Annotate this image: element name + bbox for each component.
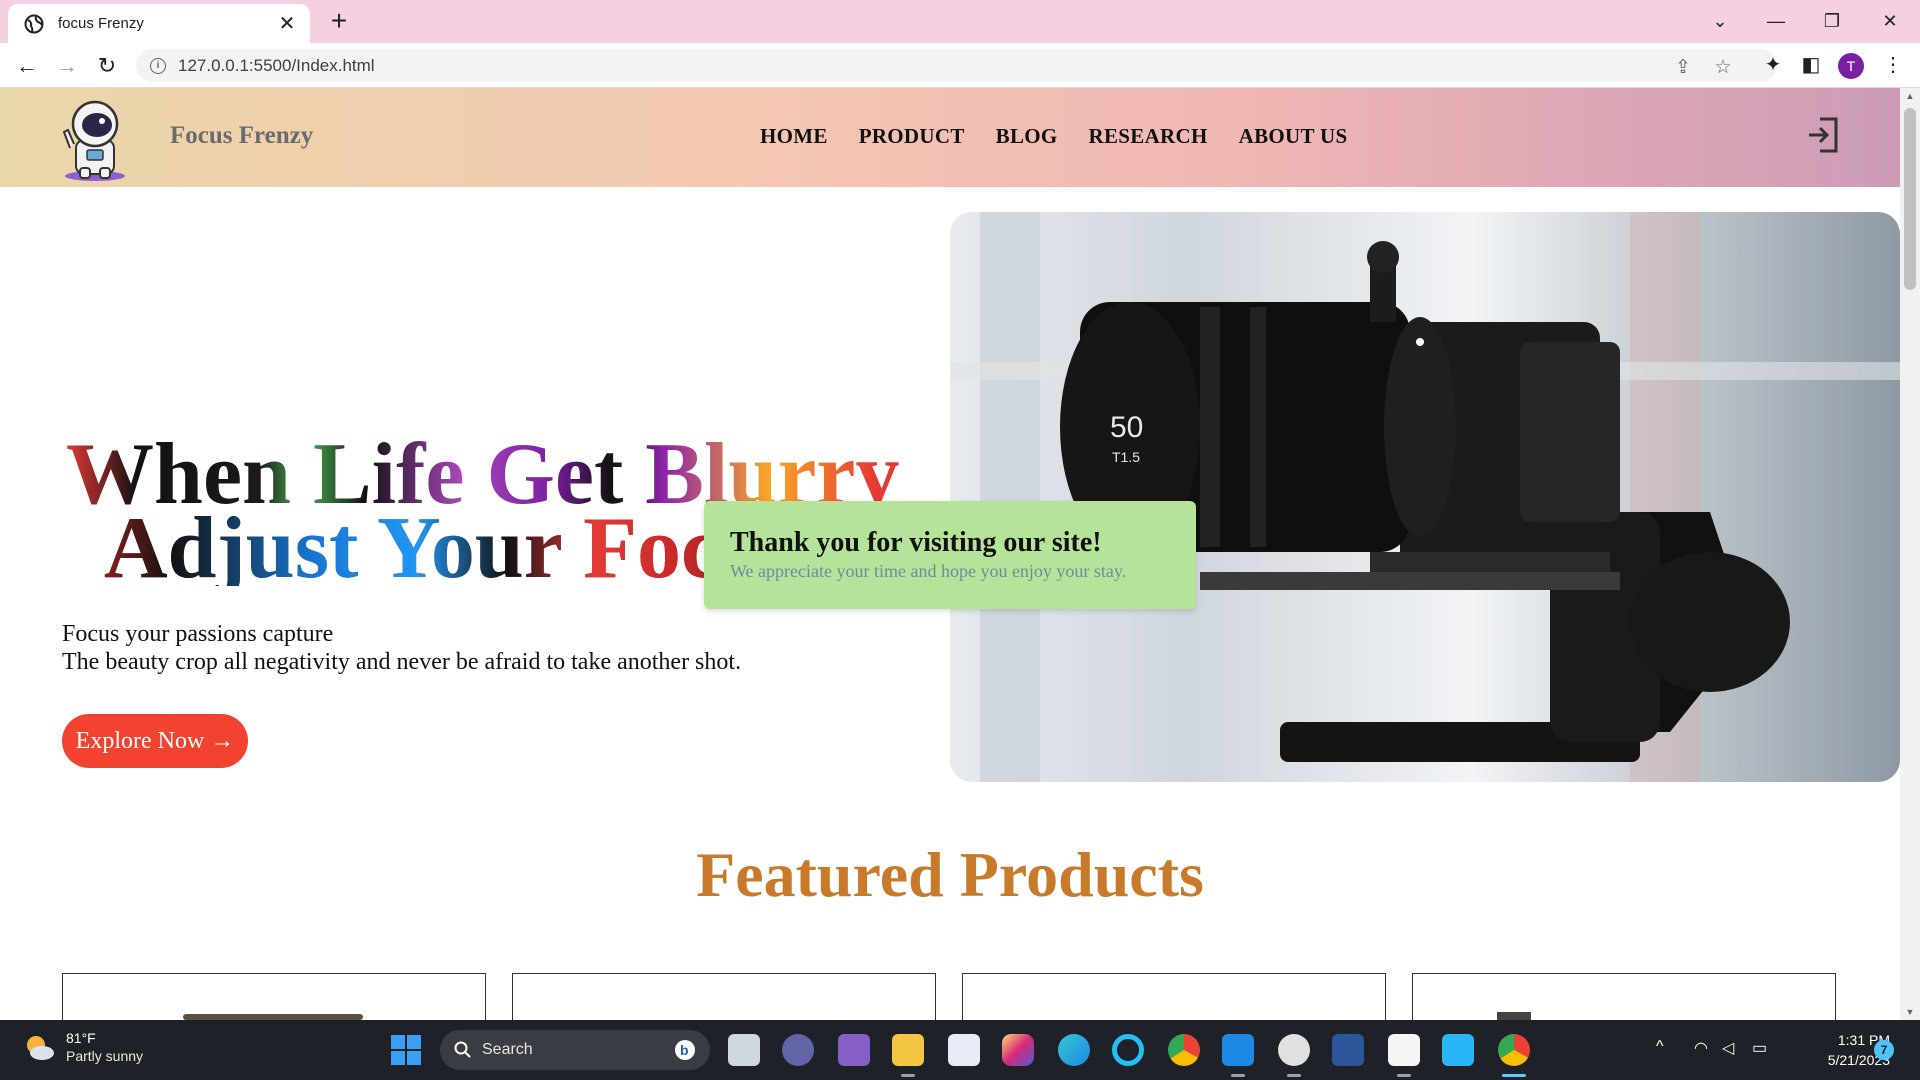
tray-chevron-icon[interactable]: ^ xyxy=(1656,1038,1664,1056)
chrome-profile-icon[interactable] xyxy=(1498,1034,1530,1066)
search-label: Search xyxy=(482,1041,533,1058)
restore-icon[interactable]: ❐ xyxy=(1812,6,1852,36)
browser-tab-active[interactable]: focus Frenzy ✕ xyxy=(8,4,310,43)
scrollbar-thumb[interactable] xyxy=(1904,108,1916,290)
page-viewport: Focus Frenzy HOME PRODUCT BLOG RESEARCH … xyxy=(0,88,1900,1020)
battery-icon[interactable]: ▭ xyxy=(1752,1038,1767,1058)
wifi-icon[interactable]: ◠ xyxy=(1694,1038,1708,1058)
extensions-icon[interactable]: ✦ xyxy=(1758,50,1788,80)
app-running-indicator xyxy=(1287,1074,1301,1077)
featured-products-heading: Featured Products xyxy=(696,839,1204,910)
visual-studio-icon[interactable] xyxy=(838,1034,870,1066)
explore-now-button[interactable]: Explore Now → xyxy=(62,714,248,768)
minimize-icon[interactable]: — xyxy=(1756,6,1796,36)
hero-camera-image: 50 T1.5 xyxy=(950,212,1900,782)
tab-title: focus Frenzy xyxy=(58,15,144,32)
search-icon xyxy=(454,1041,471,1058)
file-explorer-icon[interactable] xyxy=(892,1034,924,1066)
brand-name[interactable]: Focus Frenzy xyxy=(170,122,313,150)
site-header: Focus Frenzy HOME PRODUCT BLOG RESEARCH … xyxy=(0,88,1900,187)
snipping-tool-icon[interactable] xyxy=(1388,1034,1420,1066)
tab-search-chevron-icon[interactable]: ⌄ xyxy=(1700,6,1740,36)
app-running-indicator xyxy=(901,1074,915,1077)
scroll-up-icon[interactable]: ▲ xyxy=(1900,91,1920,101)
edge-icon[interactable] xyxy=(1058,1034,1090,1066)
site-info-icon[interactable]: i xyxy=(150,57,166,74)
nav-blog[interactable]: BLOG xyxy=(996,124,1058,149)
svg-text:b: b xyxy=(680,1042,689,1058)
bing-icon: b xyxy=(675,1040,695,1060)
weather-temp: 81°F xyxy=(66,1030,96,1046)
teams-chat-icon[interactable] xyxy=(782,1034,814,1066)
microsoft-store-icon[interactable] xyxy=(948,1034,980,1066)
windows-taskbar: 81°F Partly sunny Search b ^ ◠ ◁ ▭ 1:31 … xyxy=(0,1020,1920,1080)
volume-icon[interactable]: ◁ xyxy=(1722,1038,1734,1058)
taskbar-search[interactable]: Search b xyxy=(440,1030,710,1070)
page-scrollbar[interactable]: ▲ ▼ xyxy=(1900,88,1920,1020)
notification-badge[interactable]: 7 xyxy=(1874,1040,1894,1060)
window-close-icon[interactable]: ✕ xyxy=(1870,6,1910,36)
notepad-icon[interactable] xyxy=(1442,1034,1474,1066)
browser-toolbar: ← → ↻ i 127.0.0.1:5500/Index.html ⇪ ☆ ✦ … xyxy=(0,43,1920,88)
profile-avatar[interactable]: T xyxy=(1838,53,1864,79)
product-card[interactable] xyxy=(962,973,1386,1020)
share-icon[interactable]: ⇪ xyxy=(1668,53,1698,83)
astronaut-logo[interactable] xyxy=(60,96,130,182)
nav-product[interactable]: PRODUCT xyxy=(859,124,965,149)
product-image xyxy=(1497,1012,1531,1020)
hero-tagline: Focus your passions capture The beauty c… xyxy=(62,620,741,676)
product-card[interactable] xyxy=(1412,973,1836,1020)
side-panel-icon[interactable]: ◧ xyxy=(1796,50,1826,80)
chrome-icon[interactable] xyxy=(1168,1034,1200,1066)
hero-tagline-line1: Focus your passions capture xyxy=(62,621,334,647)
forward-icon[interactable]: → xyxy=(52,51,82,81)
toast-text: We appreciate your time and hope you enj… xyxy=(730,561,1127,581)
browser-menu-icon[interactable]: ⋮ xyxy=(1878,50,1908,80)
toast-title: Thank you for visiting our site! xyxy=(730,527,1102,558)
new-tab-icon[interactable]: + xyxy=(326,7,352,35)
weather-widget[interactable]: 81°F Partly sunny xyxy=(22,1030,143,1065)
task-view-icon[interactable] xyxy=(728,1034,760,1066)
bookmark-star-icon[interactable]: ☆ xyxy=(1708,53,1738,83)
alexa-icon[interactable] xyxy=(1112,1034,1144,1066)
windows-start-icon[interactable] xyxy=(390,1034,422,1066)
main-nav: HOME PRODUCT BLOG RESEARCH ABOUT US xyxy=(760,124,1347,149)
product-card[interactable] xyxy=(62,973,486,1020)
app-active-indicator xyxy=(1502,1074,1526,1077)
tab-close-icon[interactable]: ✕ xyxy=(276,11,298,36)
emoji-app-icon[interactable] xyxy=(1278,1034,1310,1066)
svg-text:50: 50 xyxy=(1110,411,1143,444)
product-card[interactable] xyxy=(512,973,936,1020)
nav-research[interactable]: RESEARCH xyxy=(1089,124,1208,149)
url-text: 127.0.0.1:5500/Index.html xyxy=(178,55,375,75)
address-bar[interactable]: i 127.0.0.1:5500/Index.html ⇪ ☆ xyxy=(136,49,1777,82)
nav-about-us[interactable]: ABOUT US xyxy=(1239,124,1348,149)
weather-desc: Partly sunny xyxy=(66,1048,144,1064)
browser-tab-strip: focus Frenzy ✕ + ⌄ — ❐ ✕ xyxy=(0,0,1920,43)
welcome-toast: Thank you for visiting our site! We appr… xyxy=(704,501,1196,609)
nav-home[interactable]: HOME xyxy=(760,124,828,149)
svg-text:T1.5: T1.5 xyxy=(1112,449,1140,465)
scroll-down-icon[interactable]: ▼ xyxy=(1900,1007,1920,1017)
reload-icon[interactable]: ↻ xyxy=(92,51,122,81)
hero-tagline-line2: The beauty crop all negativity and never… xyxy=(62,649,742,675)
instagram-icon[interactable] xyxy=(1002,1034,1034,1066)
login-icon[interactable] xyxy=(1806,116,1840,154)
vscode-icon[interactable] xyxy=(1222,1034,1254,1066)
back-icon[interactable]: ← xyxy=(12,51,42,81)
app-running-indicator xyxy=(1231,1074,1245,1077)
app-running-indicator xyxy=(1397,1074,1411,1077)
word-icon[interactable] xyxy=(1332,1034,1364,1066)
partly-sunny-icon xyxy=(27,1035,54,1060)
globe-icon xyxy=(24,14,44,33)
